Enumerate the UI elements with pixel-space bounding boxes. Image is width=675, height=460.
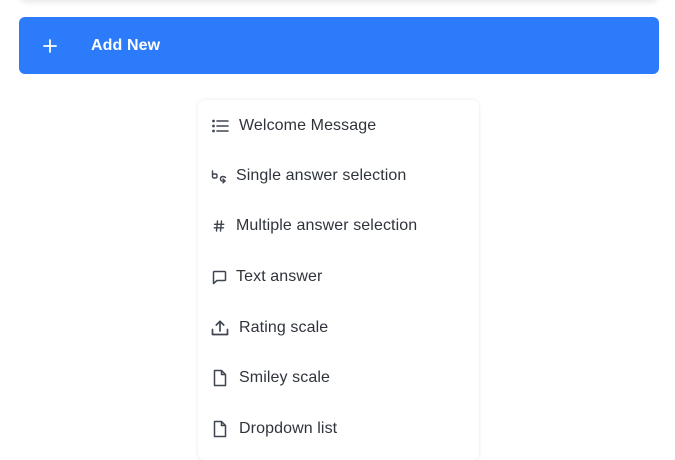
add-new-label: Add New [91,36,161,54]
menu-item-rating-scale[interactable]: Rating scale [198,308,479,348]
menu-item-label: Smiley scale [239,369,331,386]
list-icon [210,116,230,136]
menu-item-label: Welcome Message [239,117,377,134]
menu-item-single-answer[interactable]: Single answer selection [198,156,479,196]
menu-item-multiple-answer[interactable]: Multiple answer selection [198,206,479,246]
hash-icon [210,216,228,236]
message-square-icon [210,267,228,287]
plus-icon [43,38,57,53]
menu-item-dropdown-list[interactable]: Dropdown list [198,409,479,449]
upload-icon [210,318,230,338]
file-icon [210,419,230,439]
menu-item-label: Text answer [236,268,323,285]
single-select-icon [210,166,228,186]
menu-item-label: Single answer selection [236,167,407,184]
menu-item-label: Rating scale [239,319,329,336]
add-new-button[interactable]: Add New [19,17,659,74]
question-type-menu: Welcome Message Single answer selection … [198,100,479,460]
menu-item-label: Multiple answer selection [236,217,418,234]
menu-item-text-answer[interactable]: Text answer [198,257,479,297]
file-icon [210,368,230,388]
menu-item-label: Dropdown list [239,420,338,437]
menu-item-welcome-message[interactable]: Welcome Message [198,106,479,146]
menu-item-smiley-scale[interactable]: Smiley scale [198,358,479,398]
